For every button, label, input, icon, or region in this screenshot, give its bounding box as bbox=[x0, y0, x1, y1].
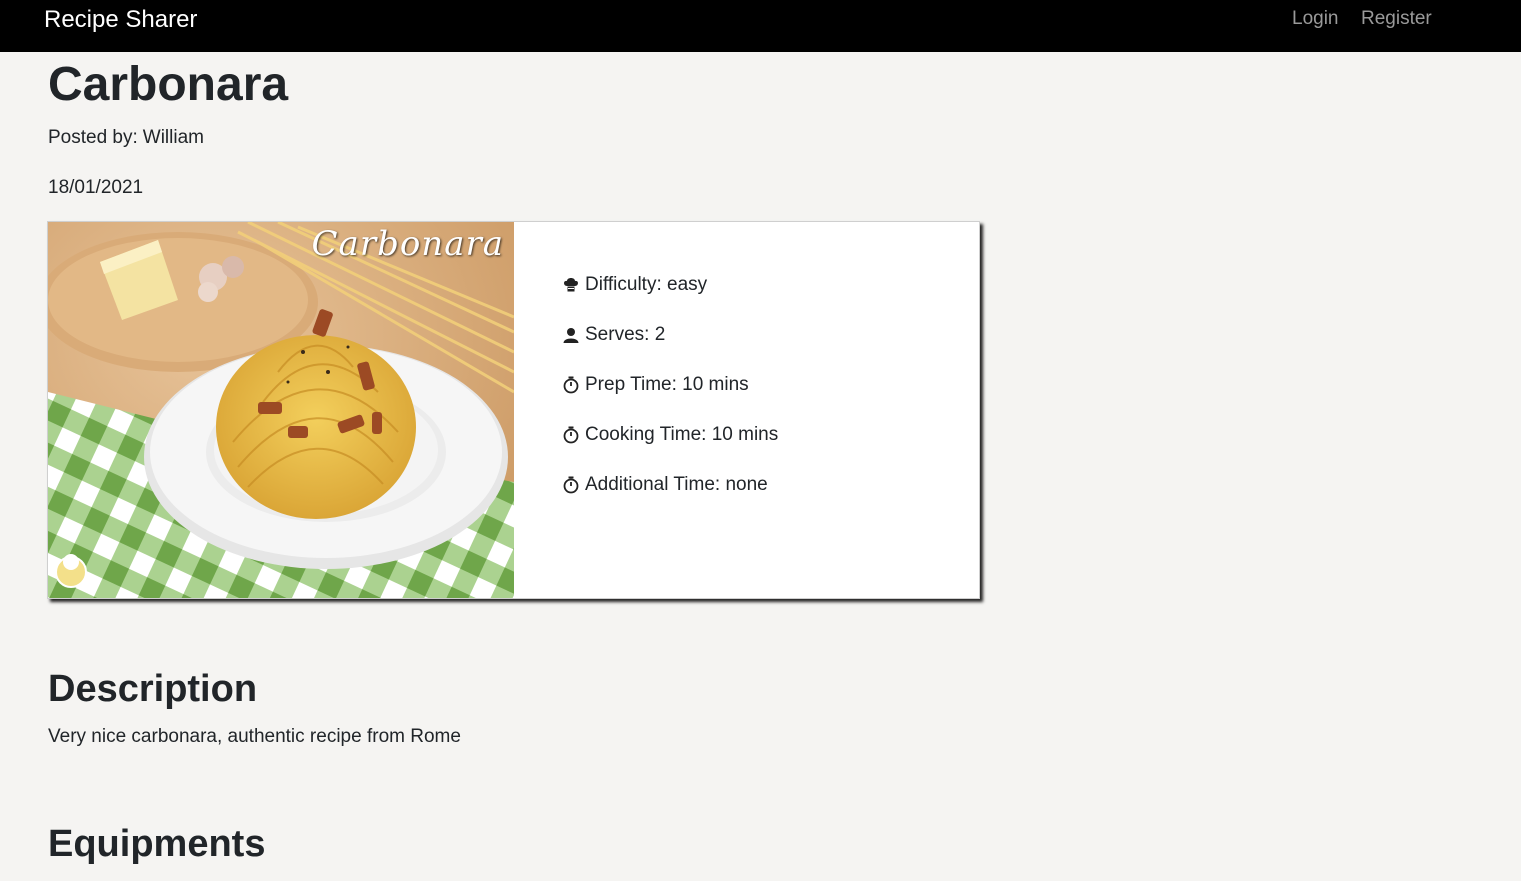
brand-link[interactable]: Recipe Sharer bbox=[44, 6, 197, 34]
description-text: Very nice carbonara, authentic recipe fr… bbox=[48, 726, 461, 747]
posted-by-name: William bbox=[142, 127, 204, 148]
detail-prep-time-text: Prep Time: 10 mins bbox=[585, 374, 749, 395]
stopwatch-icon bbox=[563, 426, 579, 444]
detail-additional-time-text: Additional Time: none bbox=[585, 474, 768, 495]
recipe-title: Carbonara bbox=[48, 58, 289, 111]
stopwatch-icon bbox=[563, 476, 579, 494]
user-icon bbox=[563, 328, 579, 343]
detail-cooking-time-text: Cooking Time: 10 mins bbox=[585, 424, 779, 445]
post-date: 18/01/2021 bbox=[48, 177, 144, 198]
detail-serves-text: Serves: 2 bbox=[585, 324, 666, 345]
login-link[interactable]: Login bbox=[1292, 7, 1339, 31]
equipments-heading: Equipments bbox=[48, 823, 266, 865]
chef-hat-icon bbox=[564, 278, 578, 292]
posted-by-label: Posted by: bbox=[48, 127, 138, 148]
detail-difficulty-text: Difficulty: easy bbox=[585, 274, 708, 295]
posted-by: Posted by: William bbox=[48, 126, 204, 150]
description-heading: Description bbox=[48, 668, 258, 710]
recipe-photo: Carbonara bbox=[48, 222, 514, 598]
stopwatch-icon bbox=[563, 376, 579, 394]
register-link[interactable]: Register bbox=[1361, 7, 1432, 31]
recipe-card: Carbonara Difficulty: easy Serves: 2 Pre… bbox=[47, 221, 980, 599]
navbar: Recipe Sharer Login Register bbox=[0, 0, 1521, 52]
photo-caption: Carbonara bbox=[311, 224, 504, 264]
